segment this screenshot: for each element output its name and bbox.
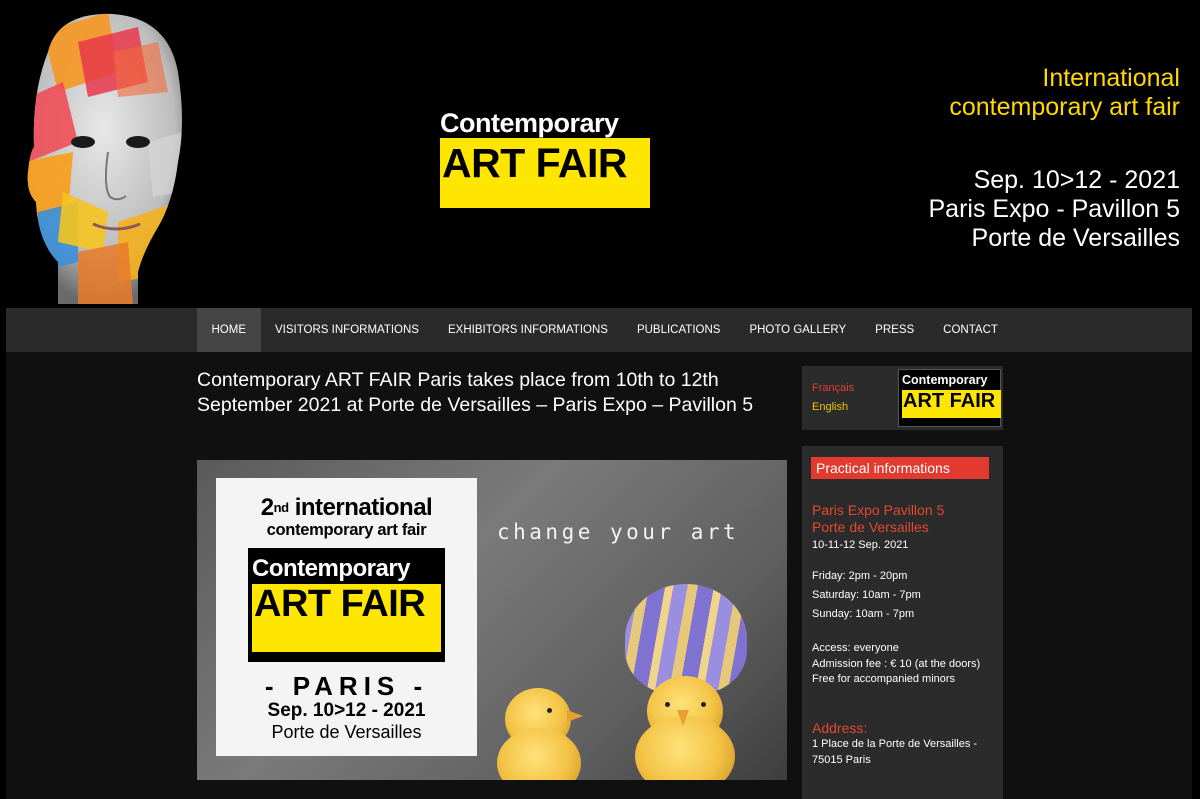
address-line1: 1 Place de la Porte de Versailles - (812, 738, 978, 750)
poster-logo-line1: Contemporary (252, 555, 411, 582)
nav-visitors-informations[interactable]: VISITORS INFORMATIONS (261, 308, 434, 352)
venue-line1: Paris Expo Pavillon 5 (812, 502, 945, 518)
nav-photo-gallery[interactable]: PHOTO GALLERY (735, 308, 861, 352)
access-line: Access: everyone (812, 642, 899, 654)
poster-dates: Sep. 10>12 - 2021 (267, 700, 426, 721)
event-date-location: Sep. 10>12 - 2021 Paris Expo - Pavillon … (928, 166, 1180, 253)
nav-exhibitors-informations[interactable]: EXHIBITORS INFORMATIONS (433, 308, 622, 352)
chick-image-tufted (617, 584, 757, 780)
address-line2: 75015 Paris (812, 753, 871, 766)
nav-home[interactable]: HOME (197, 308, 261, 352)
tagline-line2: contemporary art fair (949, 93, 1180, 121)
hours-saturday: Saturday: 10am - 7pm (812, 589, 921, 601)
site-header: Contemporary ART FAIR International cont… (0, 0, 1200, 308)
address-heading: Address: (812, 720, 868, 736)
sidebar-logo[interactable]: Contemporary ART FAIR (898, 369, 1001, 427)
nav-contact[interactable]: CONTACT (929, 308, 1013, 352)
access-info: Access: everyone Admission fee : € 10 (a… (812, 641, 980, 688)
event-venue: Paris Expo - Pavillon 5 (928, 195, 1180, 223)
main-content: Contemporary ART FAIR Paris takes place … (6, 352, 1192, 799)
painted-head-image (27, 13, 182, 304)
nav-publications[interactable]: PUBLICATIONS (622, 308, 735, 352)
page-headline: Contemporary ART FAIR Paris takes place … (197, 369, 754, 416)
address-text: 1 Place de la Porte de Versailles - 7501… (812, 737, 977, 768)
practical-info-panel: Practical informations Paris Expo Pavill… (802, 446, 1003, 799)
venue-line2: Porte de Versailles (812, 519, 929, 535)
event-dates: Sep. 10>12 - 2021 (973, 166, 1180, 194)
language-selector: Français English Contemporary ART FAIR (802, 366, 1003, 430)
minors-line: Free for accompanied minors (812, 673, 956, 685)
promo-banner[interactable]: 2nd international contemporary art fair … (197, 460, 787, 780)
site-tagline: International contemporary art fair (949, 64, 1180, 122)
sidebar-logo-line2: ART FAIR (902, 390, 1001, 418)
logo-line1: Contemporary (440, 108, 619, 138)
fair-poster: 2nd international contemporary art fair … (216, 478, 477, 756)
chick-image-small (497, 688, 587, 780)
poster-logo-line2: ART FAIR (252, 584, 441, 652)
tagline-line1: International (1042, 64, 1180, 92)
logo-line2: ART FAIR (440, 138, 650, 208)
poster-subtitle: contemporary art fair (266, 521, 427, 539)
language-link-english[interactable]: English (812, 401, 848, 413)
poster-logo: Contemporary ART FAIR (248, 548, 445, 662)
banner-slogan: change your art (497, 520, 740, 544)
main-navigation: HOME VISITORS INFORMATIONS EXHIBITORS IN… (6, 308, 1192, 352)
nav-press[interactable]: PRESS (861, 308, 929, 352)
poster-edition: 2nd international (260, 494, 433, 521)
poster-venue: Porte de Versailles (271, 722, 422, 742)
event-location: Porte de Versailles (971, 224, 1180, 252)
site-logo[interactable]: Contemporary ART FAIR (440, 108, 650, 208)
hours-friday: Friday: 2pm - 20pm (812, 570, 908, 582)
poster-city: - PARIS - (264, 671, 429, 701)
practical-info-dates: 10-11-12 Sep. 2021 (812, 539, 909, 551)
admission-fee-line: Admission fee : € 10 (at the doors) (812, 657, 981, 670)
practical-info-venue: Paris Expo Pavillon 5 Porte de Versaille… (812, 502, 944, 536)
practical-info-title: Practical informations (811, 457, 989, 479)
hours-sunday: Sunday: 10am - 7pm (812, 608, 915, 620)
language-link-french[interactable]: Français (812, 382, 854, 394)
sidebar-logo-line1: Contemporary (902, 373, 988, 387)
